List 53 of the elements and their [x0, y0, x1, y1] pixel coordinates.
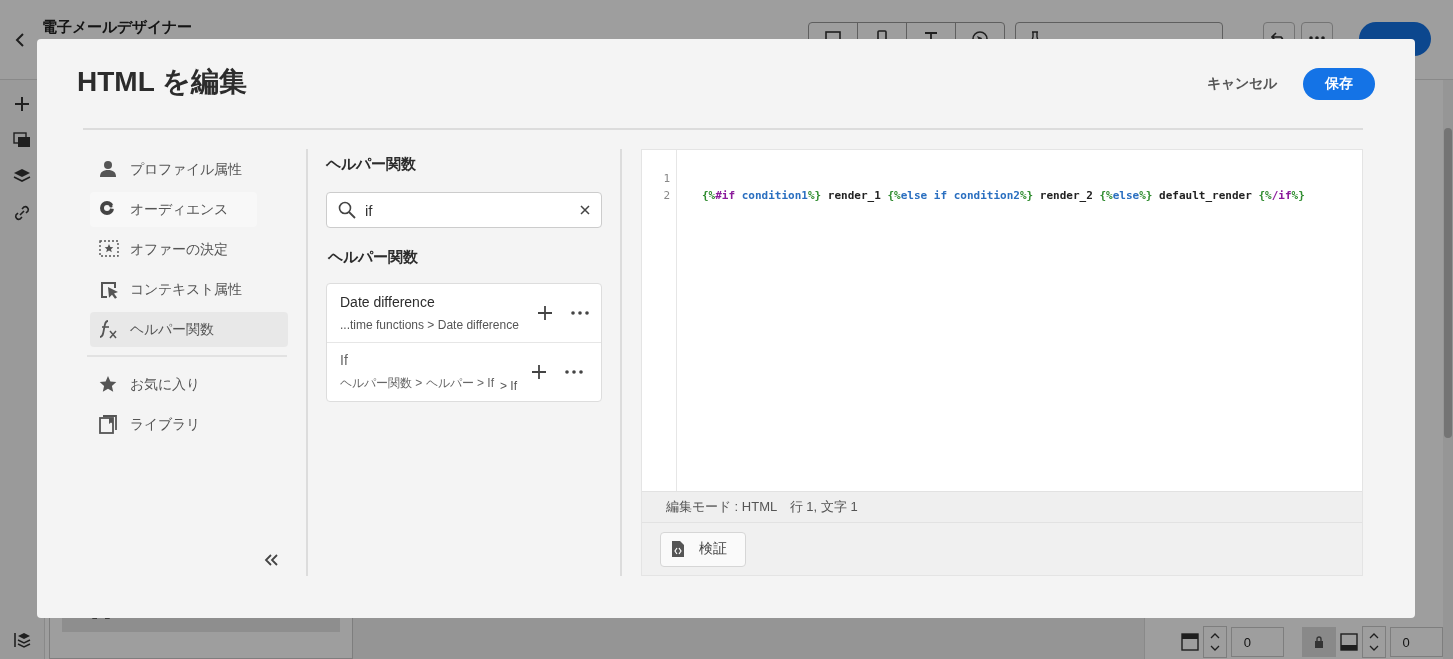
bottom-padding-icon: [1339, 633, 1358, 651]
layers-list-icon[interactable]: [13, 631, 31, 649]
helper-path: ヘルパー関数 > ヘルパー > If: [340, 375, 495, 392]
sidebar-item[interactable]: お気に入り: [90, 367, 288, 402]
code-editor[interactable]: 1 2 {%#if condition1%} render_1 {%else if condition2%} render_2 {%else%} default_render {%/if%}: [642, 150, 1362, 491]
line-number: 2: [663, 188, 670, 204]
search-icon: [338, 201, 356, 219]
dashed-star-box-icon: [99, 239, 119, 260]
plus-icon[interactable]: [537, 305, 553, 321]
top-padding-icon: [1181, 633, 1199, 651]
stepper-icon[interactable]: [1209, 632, 1220, 652]
dialog-title: HTML を編集: [77, 64, 249, 99]
sidebar-item[interactable]: ヘルパー関数: [90, 312, 288, 347]
more-icon[interactable]: [1309, 36, 1325, 40]
scrollbar-thumb[interactable]: [1444, 128, 1452, 438]
function-icon: [99, 319, 119, 340]
code-line: {%#if condition1%} render_1 {%else if condition2%} render_2 {%else%} default_render {%/if%}: [702, 188, 1305, 204]
sidebar-item[interactable]: オファーの決定: [90, 232, 288, 267]
line-number: 1: [663, 171, 670, 187]
helper-title: Date difference: [340, 293, 436, 310]
sidebar-item[interactable]: コンテキスト属性: [90, 272, 288, 307]
plus-icon[interactable]: [531, 364, 547, 380]
helper-title: If: [340, 352, 349, 368]
more-icon[interactable]: [571, 311, 589, 315]
pages-icon: [99, 414, 119, 435]
page-title: 電子メールデザイナー: [42, 18, 192, 37]
stepper-icon[interactable]: [1368, 632, 1379, 652]
section-heading: ヘルパー関数: [326, 155, 417, 174]
link-icon[interactable]: [13, 204, 31, 222]
validate-button[interactable]: 検証: [660, 531, 746, 567]
sidebar-item[interactable]: ライブラリ: [90, 407, 288, 442]
search-field[interactable]: if: [326, 192, 602, 228]
section-heading: ヘルパー関数: [328, 248, 419, 267]
spacing-field[interactable]: 0: [1389, 627, 1443, 657]
layers-icon[interactable]: [13, 168, 31, 184]
sidebar-item[interactable]: プロファイル属性: [90, 152, 288, 187]
spacing-field[interactable]: 0: [1230, 627, 1285, 657]
helper-path: > If: [500, 379, 518, 393]
person-icon: [99, 159, 119, 180]
more-icon[interactable]: [565, 370, 583, 374]
status-text: 編集モード : HTML 行 1, 文字 1: [642, 491, 1362, 523]
save-button[interactable]: 保存: [1303, 67, 1375, 100]
lock-icon: [1314, 636, 1324, 648]
cancel-button[interactable]: キャンセル: [1201, 70, 1283, 97]
code-file-icon: [671, 540, 685, 558]
cursor-box-icon: [99, 279, 119, 300]
sidebar-item[interactable]: オーディエンス: [90, 192, 257, 227]
clear-icon[interactable]: [580, 205, 590, 215]
collapse-icon[interactable]: [264, 554, 278, 566]
images-icon[interactable]: [13, 132, 31, 148]
back-chevron-icon[interactable]: [14, 32, 26, 48]
helper-path: ...time functions > Date difference: [340, 317, 519, 332]
plus-icon[interactable]: [14, 96, 30, 112]
